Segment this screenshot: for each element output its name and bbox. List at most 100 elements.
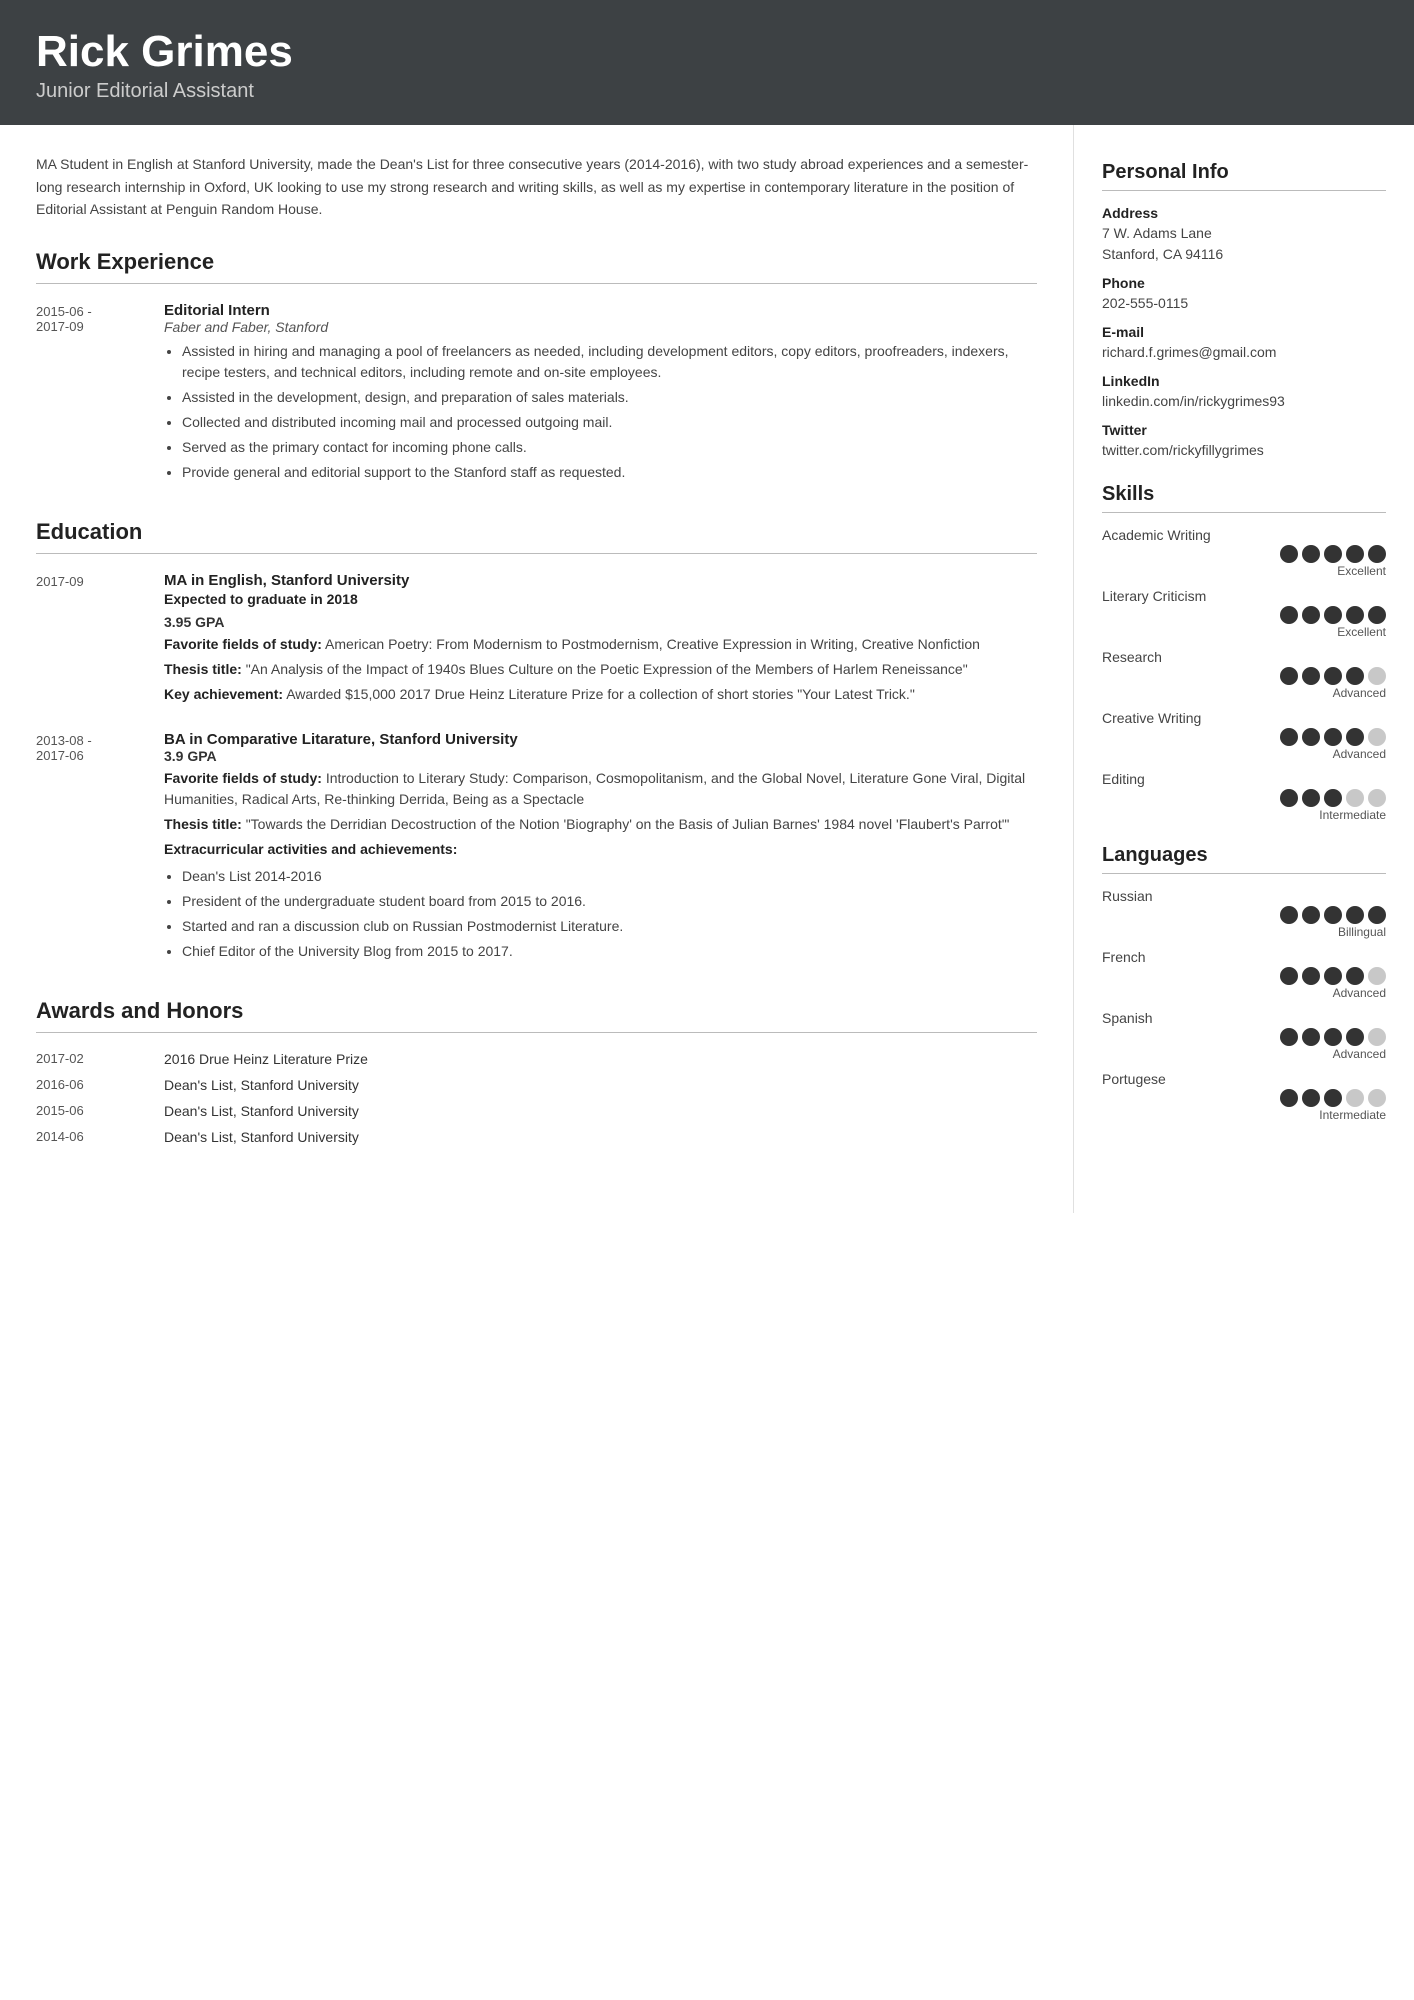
skill-item: Literary CriticismExcellent [1102, 588, 1386, 639]
skill-name: Academic Writing [1102, 527, 1386, 543]
dot [1324, 545, 1342, 563]
languages-section: Languages RussianBillingualFrenchAdvance… [1102, 844, 1386, 1122]
skill-dots [1280, 728, 1386, 746]
dot [1324, 906, 1342, 924]
awards-divider [36, 1032, 1037, 1033]
skill-item: Russian Billingual [1102, 888, 1386, 939]
education-section-title: Education [36, 519, 1037, 545]
twitter-value: twitter.com/rickyfillygrimes [1102, 440, 1386, 461]
skill-item: Research Advanced [1102, 649, 1386, 700]
dot [1346, 1089, 1364, 1107]
dot [1324, 606, 1342, 624]
candidate-title: Junior Editorial Assistant [36, 80, 1378, 103]
languages-divider [1102, 873, 1386, 874]
skills-section: Skills Academic Writing Excellent Literary… [1102, 483, 1386, 822]
work-title-0: Editorial Intern [164, 302, 1037, 319]
awards-section: Awards and Honors 2017-02 2016 Drue Hein… [36, 998, 1037, 1145]
edu-gpa-1: 3.9 GPA [164, 748, 1037, 764]
edu-entry-1: 2013-08 - 2017-06 BA in Comparative Lita… [36, 731, 1037, 966]
dot [1368, 545, 1386, 563]
dot [1280, 728, 1298, 746]
linkedin-label: LinkedIn [1102, 373, 1386, 389]
skill-name: Research [1102, 649, 1386, 665]
dot [1302, 667, 1320, 685]
edu-favorite-0: Favorite fields of study: American Poetr… [164, 634, 1037, 655]
edu-bullet-1-1: President of the undergraduate student b… [182, 891, 1037, 912]
edu-extra-label-1: Extracurricular activities and achieveme… [164, 839, 1037, 860]
work-bullets-0: Assisted in hiring and managing a pool o… [182, 341, 1037, 483]
dot [1302, 606, 1320, 624]
skills-divider [1102, 512, 1386, 513]
languages-title: Languages [1102, 844, 1386, 867]
dot [1346, 906, 1364, 924]
dot [1368, 906, 1386, 924]
dot [1302, 1028, 1320, 1046]
work-section: Work Experience 2015-06 - 2017-09 Editor… [36, 249, 1037, 487]
work-bullet-0-3: Served as the primary contact for incomi… [182, 437, 1037, 458]
dot [1280, 789, 1298, 807]
dot [1324, 789, 1342, 807]
address-label: Address [1102, 205, 1386, 221]
award-date-1: 2016-06 [36, 1077, 136, 1093]
dot [1368, 606, 1386, 624]
edu-date-0: 2017-09 [36, 572, 136, 709]
skill-dots [1280, 545, 1386, 563]
dot [1302, 906, 1320, 924]
skill-name: Editing [1102, 771, 1386, 787]
dot [1324, 728, 1342, 746]
skill-dots [1280, 906, 1386, 924]
linkedin-value: linkedin.com/in/rickygrimes93 [1102, 391, 1386, 412]
skill-name: Portugese [1102, 1071, 1386, 1087]
skill-name: Russian [1102, 888, 1386, 904]
dot [1346, 667, 1364, 685]
dot [1346, 728, 1364, 746]
edu-date-1: 2013-08 - 2017-06 [36, 731, 136, 966]
skill-level: Advanced [1333, 686, 1386, 700]
education-section: Education 2017-09 MA in English, Stanfor… [36, 519, 1037, 966]
twitter-label: Twitter [1102, 422, 1386, 438]
phone-label: Phone [1102, 275, 1386, 291]
edu-gpa-0: 3.95 GPA [164, 614, 1037, 630]
skill-item: Academic Writing Excellent [1102, 527, 1386, 578]
dot [1280, 1028, 1298, 1046]
skill-name: Spanish [1102, 1010, 1386, 1026]
award-entry-2: 2015-06 Dean's List, Stanford University [36, 1103, 1037, 1119]
skills-title: Skills [1102, 483, 1386, 506]
skill-item: Portugese Intermediate [1102, 1071, 1386, 1122]
address-value: 7 W. Adams LaneStanford, CA 94116 [1102, 223, 1386, 265]
work-content-0: Editorial Intern Faber and Faber, Stanfo… [164, 302, 1037, 487]
awards-section-title: Awards and Honors [36, 998, 1037, 1024]
candidate-name: Rick Grimes [36, 28, 1378, 76]
edu-content-0: MA in English, Stanford University Expec… [164, 572, 1037, 709]
phone-value: 202-555-0115 [1102, 293, 1386, 314]
dot [1280, 967, 1298, 985]
work-bullet-0-2: Collected and distributed incoming mail … [182, 412, 1037, 433]
dot [1302, 728, 1320, 746]
award-entry-0: 2017-02 2016 Drue Heinz Literature Prize [36, 1051, 1037, 1067]
skill-item: Spanish Advanced [1102, 1010, 1386, 1061]
skill-level: Billingual [1338, 925, 1386, 939]
skill-dots-wrap: Intermediate [1102, 1089, 1386, 1122]
skill-level: Intermediate [1319, 808, 1386, 822]
summary-text: MA Student in English at Stanford Univer… [36, 153, 1037, 220]
dot [1280, 1089, 1298, 1107]
dot [1324, 667, 1342, 685]
personal-info-divider [1102, 190, 1386, 191]
skill-name: Literary Criticism [1102, 588, 1386, 604]
dot [1368, 1028, 1386, 1046]
dot [1368, 728, 1386, 746]
skill-dots-wrap: Billingual [1102, 906, 1386, 939]
skill-level: Intermediate [1319, 1108, 1386, 1122]
skills-list: Academic Writing Excellent Literary Critic… [1102, 527, 1386, 822]
skill-dots [1280, 667, 1386, 685]
award-title-3: Dean's List, Stanford University [164, 1129, 359, 1145]
dot [1368, 967, 1386, 985]
skill-item: Editing Intermediate [1102, 771, 1386, 822]
skill-dots-wrap: Advanced [1102, 1028, 1386, 1061]
dot [1302, 1089, 1320, 1107]
dot [1368, 667, 1386, 685]
skill-level: Excellent [1337, 564, 1386, 578]
skill-dots-wrap: Intermediate [1102, 789, 1386, 822]
edu-bullet-1-3: Chief Editor of the University Blog from… [182, 941, 1037, 962]
email-value: richard.f.grimes@gmail.com [1102, 342, 1386, 363]
